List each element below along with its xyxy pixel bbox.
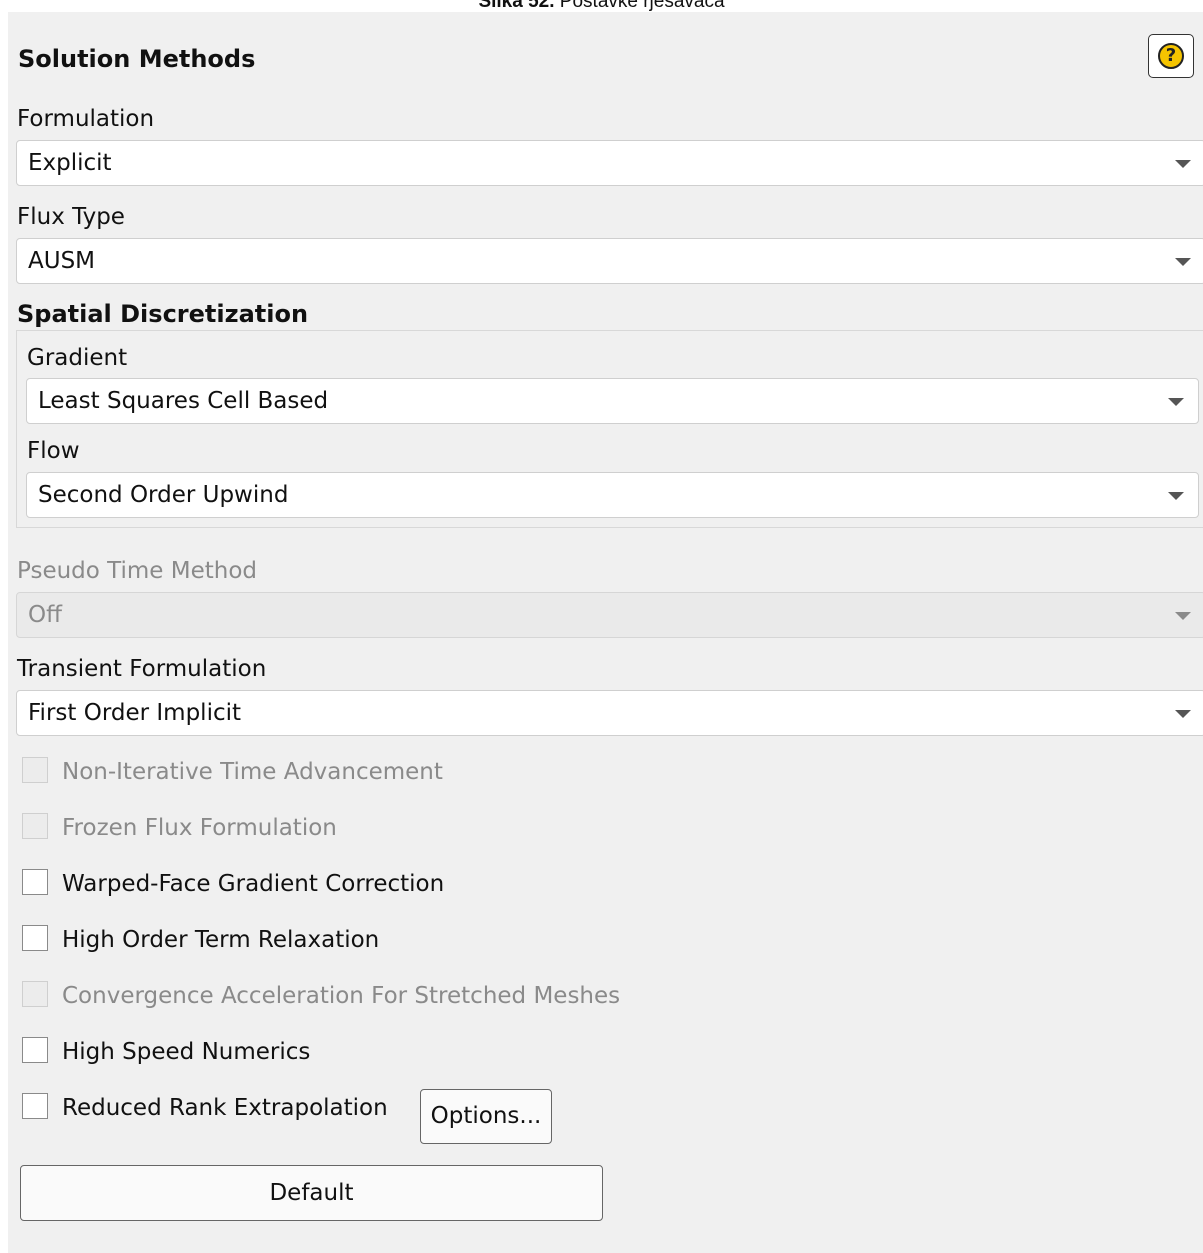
warped-face-gradient-correction-label[interactable]: Warped-Face Gradient Correction <box>62 869 444 899</box>
convergence-acceleration-label: Convergence Acceleration For Stretched M… <box>62 983 621 1009</box>
formulation-label: Formulation <box>17 106 155 132</box>
chevron-down-icon <box>1168 398 1184 406</box>
chevron-down-icon <box>1175 612 1191 620</box>
warped-face-gradient-correction-checkbox[interactable] <box>22 869 48 895</box>
high-speed-numerics-label[interactable]: High Speed Numerics <box>62 1037 310 1067</box>
transient-formulation-value: First Order Implicit <box>28 700 242 726</box>
formulation-value: Explicit <box>28 150 112 176</box>
chevron-down-icon <box>1175 160 1191 168</box>
convergence-acceleration-checkbox <box>22 981 48 1007</box>
non-iterative-time-advancement-checkbox <box>22 757 48 783</box>
chevron-down-icon <box>1168 492 1184 500</box>
flux-type-dropdown[interactable]: AUSM <box>16 238 1203 284</box>
flow-dropdown[interactable]: Second Order Upwind <box>26 472 1199 518</box>
flow-label: Flow <box>27 438 80 464</box>
frozen-flux-formulation-label: Frozen Flux Formulation <box>62 815 337 841</box>
chevron-down-icon <box>1175 710 1191 718</box>
flow-value: Second Order Upwind <box>38 482 289 508</box>
figure-caption: Slika 52. Postavke rješavača <box>0 0 1203 12</box>
pseudo-time-method-value: Off <box>28 602 62 628</box>
pseudo-time-method-label: Pseudo Time Method <box>17 558 258 584</box>
non-iterative-time-advancement-label: Non-Iterative Time Advancement <box>62 759 443 785</box>
spatial-discretization-title: Spatial Discretization <box>17 300 309 328</box>
chevron-down-icon <box>1175 258 1191 266</box>
formulation-dropdown[interactable]: Explicit <box>16 140 1203 186</box>
help-button[interactable]: ? <box>1148 34 1194 78</box>
gradient-label: Gradient <box>27 345 128 371</box>
frozen-flux-formulation-checkbox <box>22 813 48 839</box>
options-button[interactable]: Options... <box>420 1089 552 1144</box>
gradient-dropdown[interactable]: Least Squares Cell Based <box>26 378 1199 424</box>
high-order-term-relaxation-checkbox[interactable] <box>22 925 48 951</box>
transient-formulation-label: Transient Formulation <box>17 656 267 682</box>
reduced-rank-extrapolation-checkbox[interactable] <box>22 1093 48 1119</box>
pseudo-time-method-dropdown: Off <box>16 592 1203 638</box>
flux-type-value: AUSM <box>28 248 96 274</box>
panel-title: Solution Methods <box>18 45 256 73</box>
help-icon: ? <box>1158 43 1184 69</box>
caption-text: Postavke rješavača <box>554 0 725 12</box>
reduced-rank-extrapolation-label[interactable]: Reduced Rank Extrapolation <box>62 1093 388 1123</box>
caption-number: Slika 52. <box>478 0 555 12</box>
transient-formulation-dropdown[interactable]: First Order Implicit <box>16 690 1203 736</box>
high-order-term-relaxation-label[interactable]: High Order Term Relaxation <box>62 925 379 955</box>
gradient-value: Least Squares Cell Based <box>38 388 329 414</box>
flux-type-label: Flux Type <box>17 204 125 230</box>
default-button[interactable]: Default <box>20 1165 603 1221</box>
high-speed-numerics-checkbox[interactable] <box>22 1037 48 1063</box>
